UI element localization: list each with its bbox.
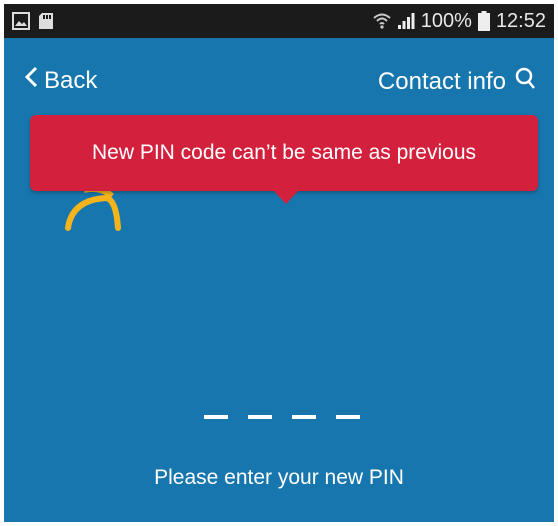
error-tooltip: New PIN code can’t be same as previous xyxy=(30,115,538,191)
battery-percent: 100% xyxy=(420,9,472,32)
pin-prompt: Please enter your new PIN xyxy=(154,466,404,489)
pin-digit-placeholder xyxy=(204,415,228,419)
status-bar: 100% 12:52 xyxy=(4,4,554,38)
pin-digit-placeholder xyxy=(292,415,316,419)
sd-card-icon xyxy=(38,12,54,30)
search-icon xyxy=(514,66,536,97)
signal-icon xyxy=(397,12,415,30)
back-button[interactable]: Back xyxy=(24,66,97,95)
pin-digit-placeholder xyxy=(336,415,360,419)
brand-logo-icon xyxy=(62,185,122,237)
image-icon xyxy=(12,12,30,30)
pin-indicator xyxy=(204,415,360,419)
tooltip-arrow xyxy=(273,190,299,204)
wifi-icon xyxy=(373,12,391,30)
status-time: 12:52 xyxy=(495,9,546,32)
pin-digit-placeholder xyxy=(248,415,272,419)
battery-icon xyxy=(477,11,490,31)
chevron-left-icon xyxy=(24,66,38,95)
back-label: Back xyxy=(44,66,98,94)
error-message: New PIN code can’t be same as previous xyxy=(91,141,477,164)
app-screen: 100% 12:52 Back Contact info New PIN cod… xyxy=(4,4,554,522)
contact-info-label: Contact info xyxy=(377,67,506,95)
contact-info-button[interactable]: Contact info xyxy=(378,66,536,97)
